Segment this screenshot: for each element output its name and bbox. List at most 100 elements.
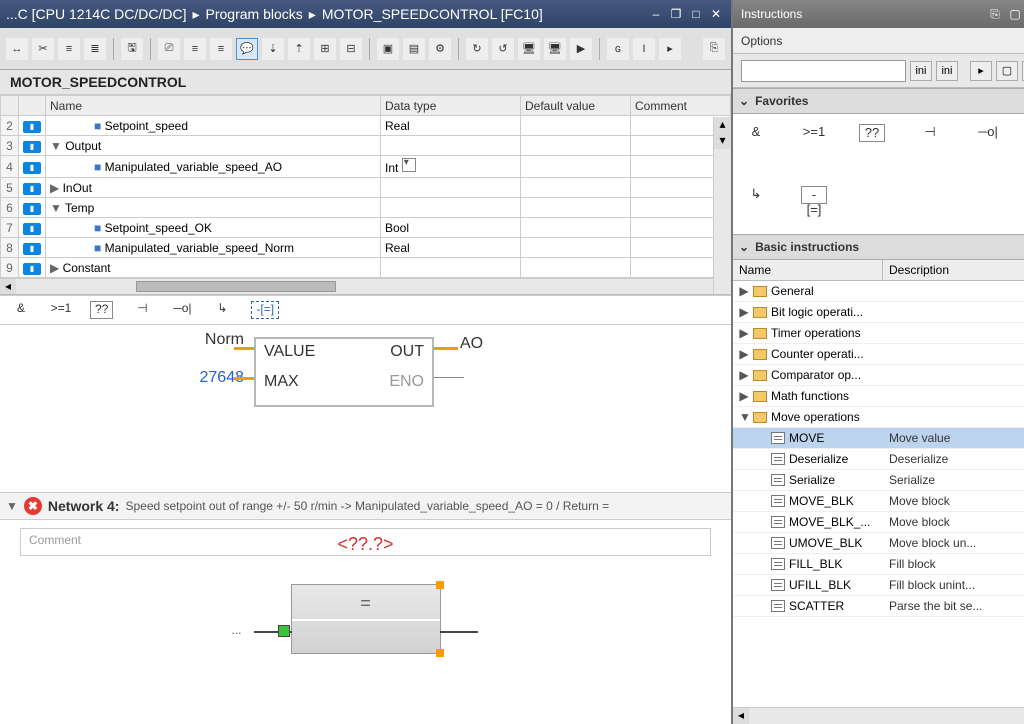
tool-btn-comment[interactable]: 💬	[236, 38, 258, 60]
instr-folder[interactable]: ▼Move operations	[733, 407, 1024, 428]
tool-btn[interactable]: ⇡	[288, 38, 310, 60]
tool-btn[interactable]: ɢ	[607, 38, 629, 60]
minimize-button[interactable]: –	[647, 6, 665, 22]
fav-not[interactable]: ⊣	[131, 301, 153, 319]
favorites-header[interactable]: ⌄ Favorites	[733, 88, 1024, 114]
tool-btn[interactable]: 🖥	[518, 38, 540, 60]
expand-icon[interactable]: ▶	[739, 305, 749, 319]
expand-icon[interactable]: ▶	[739, 389, 749, 403]
instr-folder[interactable]: ▶General	[733, 281, 1024, 302]
input-stub[interactable]	[278, 625, 290, 637]
options-header[interactable]: Options ▢ ▾	[733, 28, 1024, 54]
tool-btn[interactable]: ⇣	[262, 38, 284, 60]
fav-jump[interactable]: ↳	[743, 186, 769, 204]
instr-folder[interactable]: ▶Bit logic operati...	[733, 302, 1024, 323]
instr-item[interactable]: MOVE_BLKMove block	[733, 491, 1024, 512]
fav-empty[interactable]: ??	[859, 124, 885, 142]
scroll-left-icon[interactable]: ◂	[0, 279, 16, 294]
expand-icon[interactable]: ▶	[739, 326, 749, 340]
var-row[interactable]: 4▮■ Manipulated_variable_speed_AOInt	[1, 156, 731, 178]
tool-btn[interactable]: ↔	[6, 38, 28, 60]
expand-icon[interactable]: ▶	[50, 181, 59, 195]
fav-and[interactable]: &	[743, 124, 769, 142]
var-scroll-h[interactable]: ◂ ▸	[0, 278, 731, 294]
var-row[interactable]: 8▮■ Manipulated_variable_speed_NormReal	[1, 238, 731, 258]
fav-ge1[interactable]: >=1	[50, 301, 72, 319]
col-desc[interactable]: Description	[883, 260, 1024, 280]
instr-folder[interactable]: ▶Counter operati...	[733, 344, 1024, 365]
handle-icon[interactable]	[436, 581, 444, 589]
value-27648[interactable]: 27648	[134, 369, 244, 387]
instr-item[interactable]: MOVE_BLK_...Move block	[733, 512, 1024, 533]
tool-btn[interactable]: I	[633, 38, 655, 60]
scroll-left-icon[interactable]: ◂	[733, 708, 749, 724]
tool-btn[interactable]: ≡	[184, 38, 206, 60]
instr-item[interactable]: SCATTERParse the bit se...	[733, 596, 1024, 617]
maximize-button[interactable]: □	[687, 6, 705, 22]
var-row[interactable]: 9▮▶ Constant	[1, 258, 731, 278]
expand-icon[interactable]: ▶	[739, 284, 749, 298]
expand-icon[interactable]: ▶	[739, 368, 749, 382]
compare-box[interactable]: =	[291, 584, 441, 654]
collapse-icon[interactable]: ▼	[6, 499, 18, 513]
tool-btn[interactable]: ⚙	[429, 38, 451, 60]
instr-item[interactable]: UFILL_BLKFill block unint...	[733, 575, 1024, 596]
tool-btn[interactable]: ⊞	[314, 38, 336, 60]
col-comment[interactable]: Comment	[631, 96, 731, 116]
instr-scroll-h[interactable]: ◂ ▸	[733, 707, 1024, 724]
instr-item[interactable]: UMOVE_BLKMove block un...	[733, 533, 1024, 554]
var-scroll-v[interactable]: ▴ ▾	[713, 117, 731, 294]
search-up-button[interactable]: ini	[936, 61, 958, 81]
instr-item[interactable]: MOVEMove value	[733, 428, 1024, 449]
tool-btn[interactable]: ↻	[466, 38, 488, 60]
expand-icon[interactable]: ▼	[739, 410, 749, 424]
expand-icon[interactable]: ▼	[50, 139, 62, 153]
fav-ge1[interactable]: >=1	[801, 124, 827, 142]
crumb-cpu[interactable]: ...C [CPU 1214C DC/DC/DC]	[6, 6, 186, 22]
view1-button[interactable]: ▸	[970, 61, 992, 81]
chevron-down-icon[interactable]: ⌄	[739, 94, 749, 108]
tool-btn[interactable]: ⊟	[340, 38, 362, 60]
tool-btn[interactable]: ▣	[377, 38, 399, 60]
instr-item[interactable]: SerializeSerialize	[733, 470, 1024, 491]
chevron-down-icon[interactable]: ⌄	[739, 240, 749, 254]
fav-coil[interactable]: ─o|	[171, 301, 193, 319]
handle-icon[interactable]	[436, 649, 444, 657]
expand-icon[interactable]: ▶	[739, 347, 749, 361]
function-box[interactable]: VALUE MAX OUT ENO	[254, 337, 434, 407]
col-default[interactable]: Default value	[521, 96, 631, 116]
var-row[interactable]: 7▮■ Setpoint_speed_OKBool	[1, 218, 731, 238]
basic-instr-header[interactable]: ⌄ Basic instructions	[733, 234, 1024, 260]
tool-btn[interactable]: ≡	[210, 38, 232, 60]
tool-btn[interactable]: ✂	[32, 38, 54, 60]
tool-btn[interactable]: 🖫	[121, 38, 143, 60]
close-button[interactable]: ✕	[707, 6, 725, 22]
tool-btn[interactable]: ▸	[659, 38, 681, 60]
expand-icon[interactable]: ▶	[50, 261, 59, 275]
tool-btn[interactable]: ⎘	[703, 38, 725, 60]
fav-coil[interactable]: ─o|	[975, 124, 1001, 142]
fav-empty[interactable]: ??	[90, 301, 113, 319]
fav-assign[interactable]: -[=]	[801, 186, 827, 204]
tool-btn[interactable]: ↺	[492, 38, 514, 60]
tool-btn[interactable]: ≣	[84, 38, 106, 60]
dropdown-icon[interactable]	[402, 158, 416, 172]
instr-folder[interactable]: ▶Comparator op...	[733, 365, 1024, 386]
search-input[interactable]	[741, 60, 906, 82]
search-down-button[interactable]: ini	[910, 61, 932, 81]
scroll-thumb[interactable]	[136, 281, 336, 292]
network-4-header[interactable]: ▼ ✖ Network 4: Speed setpoint out of ran…	[0, 492, 731, 520]
tool-btn[interactable]: ▶	[570, 38, 592, 60]
tool-btn[interactable]: ≡	[58, 38, 80, 60]
col-dtype[interactable]: Data type	[381, 96, 521, 116]
view2-button[interactable]: ▢	[996, 61, 1018, 81]
fav-and[interactable]: &	[10, 301, 32, 319]
crumb-blocks[interactable]: Program blocks	[206, 6, 303, 22]
var-row[interactable]: 2▮■ Setpoint_speedReal	[1, 116, 731, 136]
fav-jump[interactable]: ↳	[211, 301, 233, 319]
panel-collapse-icon[interactable]: ▢	[1006, 6, 1024, 22]
var-row[interactable]: 3▮▼ Output	[1, 136, 731, 156]
expand-icon[interactable]: ▼	[50, 201, 62, 215]
panel-pin-icon[interactable]: ⎘	[986, 6, 1004, 22]
instr-item[interactable]: FILL_BLKFill block	[733, 554, 1024, 575]
